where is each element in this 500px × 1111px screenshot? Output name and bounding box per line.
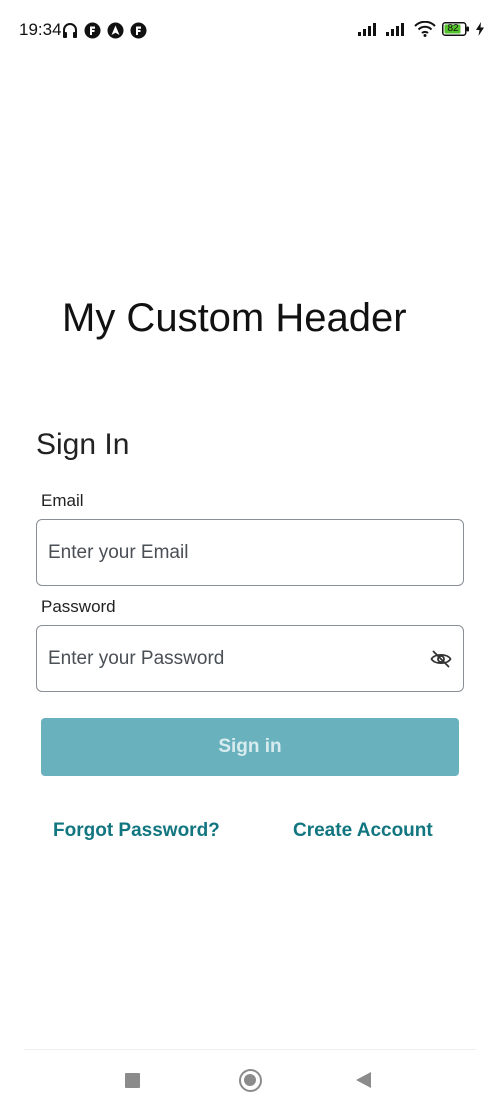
password-field-container [36, 625, 464, 692]
page-header-title: My Custom Header [62, 296, 407, 340]
wifi-icon [414, 21, 436, 37]
headphones-icon [63, 23, 77, 38]
password-field[interactable] [48, 626, 418, 691]
nav-bar-divider [24, 1049, 476, 1050]
recents-icon[interactable] [125, 1073, 140, 1088]
status-time: 19:34 [19, 20, 62, 39]
status-bar: 19:34 82 [0, 0, 500, 60]
status-right-icons: 82 [358, 21, 484, 37]
app-notification-icon [84, 22, 101, 38]
email-field-container [36, 519, 464, 586]
home-icon[interactable] [239, 1069, 262, 1092]
battery-level: 82 [447, 23, 459, 34]
status-left-icons [62, 21, 147, 39]
toggle-password-visibility-button[interactable] [429, 648, 453, 670]
signal-icon [358, 23, 376, 36]
forgot-password-link[interactable]: Forgot Password? [53, 820, 220, 842]
password-label: Password [41, 597, 116, 616]
app-notification-icon [130, 22, 147, 38]
sign-in-screen: 19:34 82 My Custom Header Sign In Email … [0, 0, 500, 1111]
system-nav-bar [0, 1052, 500, 1111]
sign-in-button[interactable]: Sign in [41, 718, 459, 776]
eye-off-icon [430, 650, 452, 668]
create-account-link[interactable]: Create Account [293, 820, 433, 842]
charging-icon [476, 22, 484, 36]
back-icon[interactable] [356, 1072, 371, 1088]
sign-in-heading: Sign In [36, 428, 130, 461]
navigation-icon [107, 22, 124, 38]
battery-icon: 82 [442, 22, 470, 36]
signal-icon [386, 23, 404, 36]
email-field[interactable] [48, 520, 418, 585]
email-label: Email [41, 491, 84, 510]
